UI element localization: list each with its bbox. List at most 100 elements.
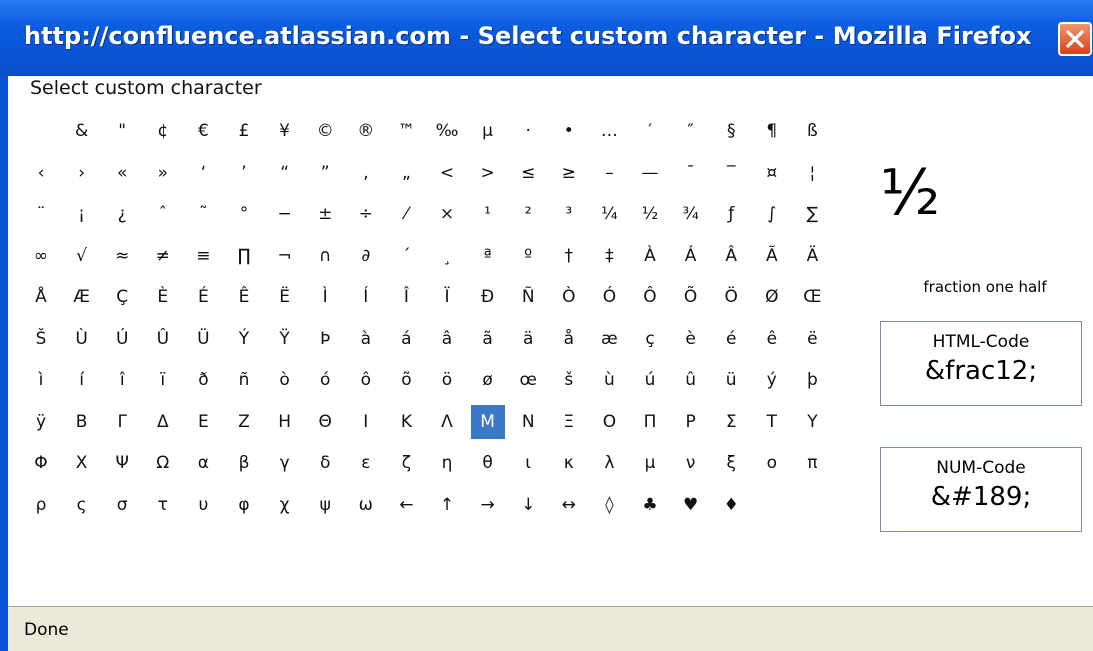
char-cell[interactable]: † [552, 239, 586, 273]
char-cell[interactable]: ♥ [674, 488, 708, 522]
char-cell[interactable]: Μ [470, 404, 505, 439]
char-cell[interactable]: Đ [471, 280, 505, 314]
char-cell[interactable]: Ï [430, 280, 464, 314]
char-cell[interactable]: “ [268, 156, 302, 190]
char-cell[interactable]: Τ [755, 405, 789, 439]
char-cell[interactable]: ¶ [755, 114, 789, 148]
char-cell[interactable]: Χ [65, 446, 99, 480]
char-cell[interactable]: β [227, 446, 261, 480]
char-cell[interactable]: Ã [755, 239, 789, 273]
char-cell[interactable]: ý [755, 363, 789, 397]
char-cell[interactable]: — [633, 156, 667, 190]
char-cell[interactable]: § [714, 114, 748, 148]
char-cell[interactable]: ∫ [755, 197, 789, 231]
char-cell[interactable]: ã [471, 322, 505, 356]
char-cell[interactable]: Ò [552, 280, 586, 314]
char-cell[interactable]: î [105, 363, 139, 397]
char-cell[interactable]: ≈ [105, 239, 139, 273]
char-cell[interactable]: ± [308, 197, 342, 231]
char-cell[interactable]: τ [146, 488, 180, 522]
char-cell[interactable]: ∑ [795, 197, 829, 231]
char-cell[interactable]: ⁄ [389, 197, 423, 231]
char-cell[interactable]: κ [552, 446, 586, 480]
char-cell[interactable]: Õ [674, 280, 708, 314]
char-cell[interactable]: ‰ [430, 114, 464, 148]
char-cell[interactable]: ÿ [24, 405, 58, 439]
char-cell[interactable]: ← [389, 488, 423, 522]
char-cell[interactable]: Β [65, 405, 99, 439]
char-cell[interactable]: š [552, 363, 586, 397]
char-cell[interactable]: » [146, 156, 180, 190]
char-cell[interactable]: ρ [24, 488, 58, 522]
char-cell[interactable]: « [105, 156, 139, 190]
char-cell[interactable]: Å [24, 280, 58, 314]
char-cell[interactable]: Ñ [511, 280, 545, 314]
char-cell[interactable]: á [389, 322, 423, 356]
char-cell[interactable]: ¢ [146, 114, 180, 148]
char-cell[interactable]: í [65, 363, 99, 397]
char-cell[interactable]: Ý [227, 322, 261, 356]
char-cell[interactable]: ¨ [24, 197, 58, 231]
char-cell[interactable]: Φ [24, 446, 58, 480]
char-cell[interactable]: É [186, 280, 220, 314]
char-cell[interactable]: è [674, 322, 708, 356]
char-cell[interactable]: φ [227, 488, 261, 522]
char-cell[interactable]: ø [471, 363, 505, 397]
char-cell[interactable]: Ÿ [268, 322, 302, 356]
char-cell[interactable]: ‡ [592, 239, 626, 273]
char-cell[interactable]: º [511, 239, 545, 273]
char-cell[interactable]: Ν [511, 405, 545, 439]
char-cell[interactable]: Ç [105, 280, 139, 314]
char-cell[interactable]: ♦ [714, 488, 748, 522]
char-cell[interactable]: é [714, 322, 748, 356]
char-cell[interactable]: ¯ [674, 156, 708, 190]
char-cell[interactable]: ÷ [349, 197, 383, 231]
char-cell[interactable]: ö [430, 363, 464, 397]
char-cell[interactable]: ë [795, 322, 829, 356]
char-cell[interactable]: Î [389, 280, 423, 314]
char-cell[interactable]: Ο [592, 405, 626, 439]
char-cell[interactable]: Ω [146, 446, 180, 480]
char-cell[interactable]: η [430, 446, 464, 480]
char-cell[interactable]: Ξ [552, 405, 586, 439]
char-cell[interactable]: – [592, 156, 626, 190]
char-cell[interactable]: Ø [755, 280, 789, 314]
char-cell[interactable]: χ [268, 488, 302, 522]
char-cell[interactable]: Σ [714, 405, 748, 439]
char-cell[interactable]: Ì [308, 280, 342, 314]
char-cell[interactable]: õ [389, 363, 423, 397]
char-cell[interactable]: Ä [795, 239, 829, 273]
char-cell[interactable]: ô [349, 363, 383, 397]
char-cell[interactable]: ¥ [268, 114, 302, 148]
char-cell[interactable]: Â [714, 239, 748, 273]
char-cell[interactable]: ↓ [511, 488, 545, 522]
char-cell[interactable]: ´ [389, 239, 423, 273]
char-cell[interactable]: Ö [714, 280, 748, 314]
char-cell[interactable]: ¸ [430, 239, 464, 273]
char-cell[interactable]: ” [308, 156, 342, 190]
char-cell[interactable]: œ [511, 363, 545, 397]
char-cell[interactable]: ′ [633, 114, 667, 148]
char-cell[interactable]: ð [186, 363, 220, 397]
char-cell[interactable]: ï [146, 363, 180, 397]
char-cell[interactable]: α [186, 446, 220, 480]
char-cell[interactable]: â [430, 322, 464, 356]
char-cell[interactable]: ‘ [186, 156, 220, 190]
char-cell[interactable]: ξ [714, 446, 748, 480]
char-cell[interactable]: " [105, 114, 139, 148]
char-cell[interactable]: < [430, 156, 464, 190]
char-cell[interactable]: ↔ [552, 488, 586, 522]
char-cell[interactable]: ñ [227, 363, 261, 397]
char-cell[interactable]: ¾ [674, 197, 708, 231]
char-cell[interactable]: ¹ [471, 197, 505, 231]
char-cell[interactable]: × [430, 197, 464, 231]
char-cell[interactable]: ª [471, 239, 505, 273]
char-cell[interactable]: → [471, 488, 505, 522]
char-cell[interactable]: ∞ [24, 239, 58, 273]
char-cell[interactable]: δ [308, 446, 342, 480]
char-cell[interactable]: Ε [186, 405, 220, 439]
char-cell[interactable]: ″ [674, 114, 708, 148]
char-cell[interactable]: ∏ [227, 239, 261, 273]
char-cell[interactable]: û [674, 363, 708, 397]
char-cell[interactable]: Ó [592, 280, 626, 314]
